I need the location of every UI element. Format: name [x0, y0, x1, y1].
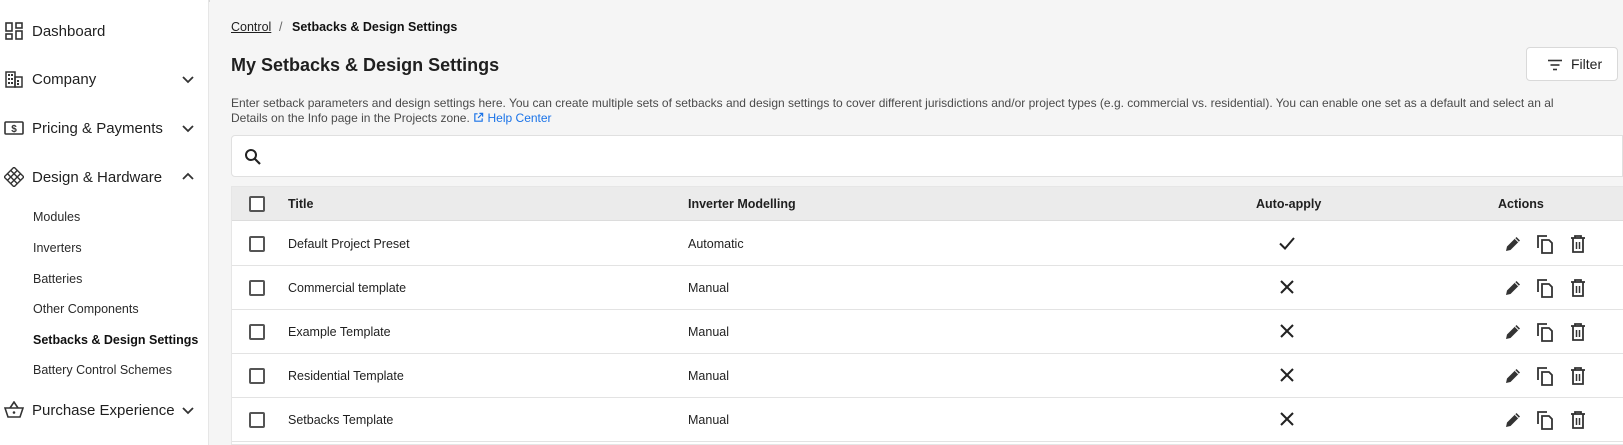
row-checkbox[interactable]	[249, 280, 265, 296]
column-header-actions: Actions	[1498, 197, 1544, 211]
sidebar-subitem-inverters[interactable]: Inverters	[33, 241, 82, 255]
dashboard-icon	[3, 20, 25, 42]
sidebar: Dashboard Company $ Pricing & Payments D…	[0, 0, 209, 445]
hardware-grid-icon	[3, 166, 25, 188]
sidebar-subitem-battery-control[interactable]: Battery Control Schemes	[33, 363, 172, 377]
sidebar-item-label: Purchase Experience	[32, 401, 175, 419]
external-link-icon	[474, 112, 484, 122]
edit-icon[interactable]	[1502, 321, 1524, 343]
chevron-down-icon	[182, 407, 194, 415]
breadcrumb-separator: /	[279, 20, 283, 34]
delete-icon[interactable]	[1567, 277, 1589, 299]
sidebar-item-design-hardware[interactable]: Design & Hardware	[0, 157, 209, 197]
sidebar-item-purchase-experience[interactable]: Purchase Experience	[0, 390, 209, 430]
select-all-checkbox[interactable]	[249, 196, 265, 212]
page-description: Enter setback parameters and design sett…	[231, 96, 1554, 110]
column-header-inverter-modelling[interactable]: Inverter Modelling	[688, 197, 796, 211]
filter-label: Filter	[1571, 56, 1603, 72]
chevron-up-icon	[182, 172, 194, 180]
filter-icon	[1548, 59, 1562, 71]
row-inverter-modelling: Manual	[688, 413, 729, 427]
search-input[interactable]	[272, 144, 1602, 170]
breadcrumb-current: Setbacks & Design Settings	[292, 20, 458, 34]
copy-icon[interactable]	[1534, 277, 1556, 299]
copy-icon[interactable]	[1534, 409, 1556, 431]
sidebar-item-label: Pricing & Payments	[32, 119, 163, 137]
delete-icon[interactable]	[1567, 409, 1589, 431]
close-icon	[1280, 412, 1294, 426]
sidebar-subitem-other-components[interactable]: Other Components	[33, 302, 139, 316]
close-icon	[1280, 280, 1294, 294]
search-icon	[245, 149, 261, 165]
row-title[interactable]: Residential Template	[288, 369, 404, 383]
settings-table: Title Inverter Modelling Auto-apply Acti…	[231, 186, 1623, 445]
basket-icon	[3, 399, 25, 421]
edit-icon[interactable]	[1502, 365, 1524, 387]
chevron-down-icon	[182, 125, 194, 133]
column-header-title[interactable]: Title	[288, 197, 313, 211]
row-title[interactable]: Setbacks Template	[288, 413, 393, 427]
page-title: My Setbacks & Design Settings	[231, 55, 500, 75]
help-center-label: Help Center	[487, 111, 552, 125]
sidebar-item-dashboard[interactable]: Dashboard	[0, 11, 209, 51]
svg-text:$: $	[11, 124, 17, 135]
sidebar-subitem-modules[interactable]: Modules	[33, 210, 80, 224]
check-icon	[1279, 237, 1295, 250]
dollar-bill-icon: $	[3, 117, 25, 139]
sidebar-subitem-setbacks[interactable]: Setbacks & Design Settings	[33, 333, 198, 347]
sidebar-item-pricing-payments[interactable]: $ Pricing & Payments	[0, 108, 209, 148]
row-title[interactable]: Example Template	[288, 325, 391, 339]
row-checkbox[interactable]	[249, 236, 265, 252]
delete-icon[interactable]	[1567, 233, 1589, 255]
row-checkbox[interactable]	[249, 324, 265, 340]
row-inverter-modelling: Manual	[688, 325, 729, 339]
breadcrumb-link-control[interactable]: Control	[231, 20, 271, 34]
sidebar-subitem-batteries[interactable]: Batteries	[33, 272, 82, 286]
description-text: Details on the Info page in the Projects…	[231, 111, 470, 125]
table-row[interactable]: Default Project Preset Automatic	[232, 222, 1623, 266]
row-title[interactable]: Commercial template	[288, 281, 406, 295]
sidebar-item-label: Design & Hardware	[32, 168, 163, 186]
page-description-line2: Details on the Info page in the Projects…	[231, 111, 552, 126]
edit-icon[interactable]	[1502, 233, 1524, 255]
row-checkbox[interactable]	[249, 368, 265, 384]
help-center-link[interactable]: Help Center	[473, 111, 552, 125]
copy-icon[interactable]	[1534, 321, 1556, 343]
copy-icon[interactable]	[1534, 233, 1556, 255]
edit-icon[interactable]	[1502, 277, 1524, 299]
sidebar-item-label: Company	[32, 70, 97, 88]
row-inverter-modelling: Automatic	[688, 237, 744, 251]
close-icon	[1280, 324, 1294, 338]
copy-icon[interactable]	[1534, 365, 1556, 387]
table-header: Title Inverter Modelling Auto-apply Acti…	[232, 187, 1623, 221]
table-row[interactable]: Example Template Manual	[232, 310, 1623, 354]
column-header-auto-apply[interactable]: Auto-apply	[1256, 197, 1321, 211]
edit-icon[interactable]	[1502, 409, 1524, 431]
filter-button[interactable]: Filter	[1526, 47, 1618, 81]
table-row[interactable]: Setbacks Template Manual	[232, 398, 1623, 442]
building-icon	[3, 68, 25, 90]
row-checkbox[interactable]	[249, 412, 265, 428]
delete-icon[interactable]	[1567, 321, 1589, 343]
search-bar	[231, 135, 1623, 177]
chevron-down-icon	[182, 76, 194, 84]
table-row[interactable]: Commercial template Manual	[232, 266, 1623, 310]
row-inverter-modelling: Manual	[688, 369, 729, 383]
close-icon	[1280, 368, 1294, 382]
row-title[interactable]: Default Project Preset	[288, 237, 410, 251]
table-row[interactable]: Residential Template Manual	[232, 354, 1623, 398]
row-inverter-modelling: Manual	[688, 281, 729, 295]
sidebar-item-label: Dashboard	[32, 22, 106, 40]
sidebar-item-company[interactable]: Company	[0, 59, 209, 99]
delete-icon[interactable]	[1567, 365, 1589, 387]
